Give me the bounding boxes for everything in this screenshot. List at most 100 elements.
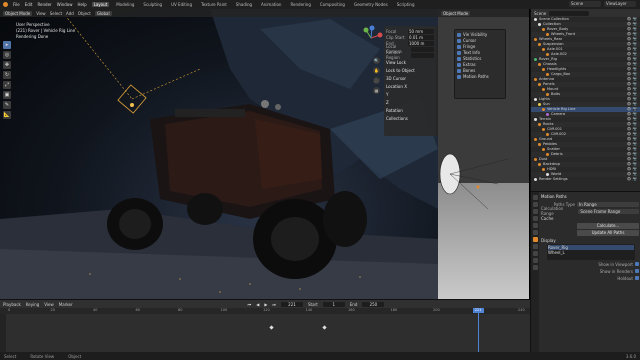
object-tab-icon[interactable] bbox=[532, 237, 538, 242]
timeline-area[interactable] bbox=[0, 314, 530, 353]
physics-tab-icon[interactable] bbox=[532, 251, 538, 256]
calculate-button[interactable]: Calculate... bbox=[577, 223, 639, 229]
npanel-section-3d-cursor[interactable]: 3D Cursor bbox=[386, 76, 434, 82]
ortho-toggle-icon[interactable]: ▦ bbox=[373, 87, 380, 94]
tab-geometry-nodes[interactable]: Geometry Nodes bbox=[352, 2, 390, 7]
gizmo-y-axis-icon[interactable] bbox=[363, 27, 369, 33]
menu-edit[interactable]: Edit bbox=[25, 2, 33, 7]
panel-title[interactable]: Motion Paths bbox=[541, 194, 639, 200]
mode-selector[interactable]: Object Mode bbox=[3, 10, 33, 16]
jump-start-icon[interactable]: ⏮ bbox=[248, 302, 252, 307]
npanel-section-z[interactable]: Z bbox=[386, 100, 434, 106]
scene-selector[interactable]: Scene bbox=[569, 1, 601, 7]
checkbox-icon[interactable] bbox=[635, 276, 639, 280]
npanel-section-y[interactable]: Y bbox=[386, 92, 434, 98]
outliner-header: Scene bbox=[531, 9, 640, 17]
camera-view-icon[interactable]: 🎥 bbox=[373, 77, 380, 84]
modifier-tab-icon[interactable] bbox=[532, 244, 538, 249]
scale-tool-icon[interactable]: ⤢ bbox=[3, 81, 11, 89]
npanel-section-collections[interactable]: Collections bbox=[386, 116, 434, 122]
play-reverse-icon[interactable]: ◀ bbox=[256, 302, 259, 307]
transform-orientation[interactable]: Global bbox=[94, 10, 112, 16]
outliner-row[interactable]: Render Settings 👁 📷 bbox=[531, 177, 640, 182]
select-tool-icon[interactable]: ▸ bbox=[3, 41, 11, 49]
calculation-range-dropdown[interactable]: Scene Frame Range bbox=[578, 208, 639, 214]
play-icon[interactable]: ▶ bbox=[264, 302, 267, 307]
tab-animation[interactable]: Animation bbox=[259, 2, 283, 7]
annotate-tool-icon[interactable]: ✎ bbox=[3, 101, 11, 109]
move-tool-icon[interactable]: ✥ bbox=[3, 61, 11, 69]
light-origin[interactable] bbox=[130, 103, 134, 107]
render-camera-icon[interactable]: 📷 bbox=[632, 177, 638, 182]
npanel-section-rotation[interactable]: Rotation bbox=[386, 108, 434, 114]
output-tab-icon[interactable] bbox=[532, 209, 538, 214]
outliner-search-input[interactable] bbox=[549, 10, 590, 16]
menu-keying[interactable]: Keying bbox=[26, 302, 39, 307]
scene-tab-icon[interactable] bbox=[532, 223, 538, 228]
menu-marker[interactable]: Marker bbox=[59, 302, 73, 307]
update-paths-button[interactable]: Update All Paths bbox=[577, 230, 639, 236]
gizmo-x-axis-icon[interactable] bbox=[377, 32, 383, 38]
object-type-icon bbox=[542, 68, 545, 71]
pan-icon[interactable]: ✋ bbox=[373, 67, 380, 74]
render-region-field[interactable] bbox=[411, 52, 434, 58]
paths-type-dropdown[interactable]: In Range bbox=[577, 201, 639, 207]
constraint-tab-icon[interactable] bbox=[532, 258, 538, 263]
tab-scripting[interactable]: Scripting bbox=[395, 2, 417, 7]
npanel-section-view-lock[interactable]: View Lock bbox=[386, 60, 434, 66]
3d-viewport[interactable]: Object Mode View Select Add Object Globa… bbox=[0, 9, 438, 299]
tab-layout[interactable]: Layout bbox=[91, 2, 110, 7]
playhead[interactable]: 221 bbox=[472, 308, 484, 353]
navigation-gizmo[interactable] bbox=[358, 25, 384, 51]
end-frame-field[interactable]: 250 bbox=[362, 301, 385, 307]
menu-add[interactable]: Add bbox=[66, 11, 74, 16]
focal-length-field[interactable]: 50 mm bbox=[408, 28, 434, 34]
menu-window[interactable]: Window bbox=[57, 2, 73, 7]
menu-file[interactable]: File bbox=[13, 2, 20, 7]
rotate-tool-icon[interactable]: ↻ bbox=[3, 71, 11, 79]
npanel-section-location-x[interactable]: Location X bbox=[386, 84, 434, 90]
transform-tool-icon[interactable]: ▣ bbox=[3, 91, 11, 99]
render-tab-icon[interactable] bbox=[532, 202, 538, 207]
overlay-option[interactable]: Motion Paths bbox=[457, 74, 503, 80]
checkbox-icon[interactable] bbox=[635, 269, 639, 273]
zoom-icon[interactable]: 🔍 bbox=[373, 57, 380, 64]
object-origin[interactable] bbox=[476, 185, 480, 189]
view-layer-selector[interactable]: ViewLayer bbox=[604, 1, 636, 7]
measure-tool-icon[interactable]: 📐 bbox=[3, 111, 11, 119]
npanel-section-lock-object[interactable]: Lock to Object bbox=[386, 68, 434, 74]
world-tab-icon[interactable] bbox=[532, 230, 538, 235]
jump-end-icon[interactable]: ⏭ bbox=[272, 302, 276, 307]
cursor-tool-icon[interactable]: ◎ bbox=[3, 51, 11, 59]
menu-select[interactable]: Select bbox=[50, 11, 62, 16]
menu-help[interactable]: Help bbox=[77, 2, 86, 7]
clip-start-field[interactable]: 0.01 m bbox=[408, 34, 434, 40]
tab-uv-editing[interactable]: UV Editing bbox=[169, 2, 194, 7]
view-layer-tab-icon[interactable] bbox=[532, 216, 538, 221]
blender-logo-icon[interactable] bbox=[3, 2, 8, 7]
local-camera-field[interactable] bbox=[410, 46, 434, 52]
tab-modeling[interactable]: Modeling bbox=[114, 2, 136, 7]
list-item[interactable]: Wheel_L bbox=[548, 250, 634, 255]
tab-rendering[interactable]: Rendering bbox=[288, 2, 312, 7]
data-tab-icon[interactable] bbox=[532, 265, 538, 270]
menu-view[interactable]: View bbox=[36, 11, 46, 16]
object-type-icon bbox=[534, 178, 537, 181]
menu-playback[interactable]: Playback bbox=[3, 302, 21, 307]
current-frame-field[interactable]: 221 bbox=[281, 301, 303, 307]
object-type-icon bbox=[534, 98, 537, 101]
tool-tab-icon[interactable] bbox=[532, 195, 538, 200]
tab-shading[interactable]: Shading bbox=[234, 2, 254, 7]
secondary-viewport[interactable]: Object Mode Vie Visibility Cursor Fringe… bbox=[438, 9, 529, 299]
tab-sculpting[interactable]: Sculpting bbox=[141, 2, 164, 7]
tab-compositing[interactable]: Compositing bbox=[318, 2, 347, 7]
menu-object[interactable]: Object bbox=[78, 11, 91, 16]
menu-view[interactable]: View bbox=[44, 302, 54, 307]
checkbox-icon[interactable] bbox=[635, 262, 639, 266]
clip-end-field[interactable]: 1000 m bbox=[408, 40, 434, 46]
start-frame-field[interactable]: 1 bbox=[322, 301, 345, 307]
gizmo-z-axis-icon[interactable] bbox=[369, 25, 375, 31]
section-cache[interactable]: Cache bbox=[541, 216, 639, 222]
tab-texture-paint[interactable]: Texture Paint bbox=[199, 2, 229, 7]
menu-render[interactable]: Render bbox=[37, 2, 51, 7]
